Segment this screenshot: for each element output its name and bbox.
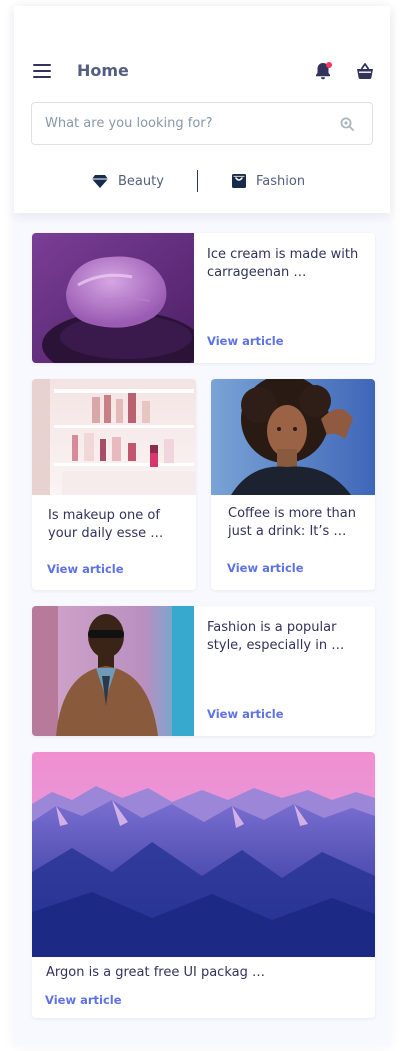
app-header: Home What are you looking for? Beauty Fa… [14,6,390,213]
page-title: Home [77,61,129,80]
article-title: Ice cream is made with carrageenan … [207,247,359,280]
view-article-link[interactable]: View article [227,561,304,575]
article-card[interactable]: Argon is a great free UI packag … View a… [32,752,375,1018]
article-title: Fashion is a popular style, especially i… [207,620,345,653]
article-image [32,752,375,957]
bell-icon[interactable] [313,61,333,81]
view-article-link[interactable]: View article [47,562,124,576]
category-tabs: Beauty Fashion [14,169,390,193]
tab-fashion[interactable]: Fashion [232,169,305,193]
hamburger-icon[interactable] [33,64,51,78]
article-title: Coffee is more than just a drink: It’s … [228,506,356,539]
app-screen: Home What are you looking for? Beauty Fa… [14,6,390,1046]
search-input[interactable] [45,103,325,144]
shopping-bag-icon [232,174,246,188]
view-article-link[interactable]: View article [207,334,284,348]
tab-beauty-label: Beauty [118,173,164,189]
tab-fashion-label: Fashion [256,173,306,189]
article-image [211,379,375,495]
tab-beauty[interactable]: Beauty [92,169,164,193]
article-image [32,233,194,363]
notification-dot [326,62,332,68]
article-image [32,379,196,495]
article-card[interactable]: Fashion is a popular style, especially i… [32,606,375,736]
diamond-icon [92,175,108,188]
search-icon[interactable] [340,117,354,131]
search-field[interactable] [31,102,373,145]
view-article-link[interactable]: View article [45,993,122,1007]
article-card[interactable]: Ice cream is made with carrageenan … Vie… [32,233,375,363]
article-image [32,606,194,736]
tab-divider [197,170,198,192]
view-article-link[interactable]: View article [207,707,284,721]
basket-icon[interactable] [355,61,375,81]
article-card[interactable]: Coffee is more than just a drink: It’s …… [211,379,375,590]
article-title: Argon is a great free UI packag … [46,965,265,980]
article-card[interactable]: Is makeup one of your daily esse … View … [32,379,196,590]
article-title: Is makeup one of your daily esse … [48,508,164,541]
